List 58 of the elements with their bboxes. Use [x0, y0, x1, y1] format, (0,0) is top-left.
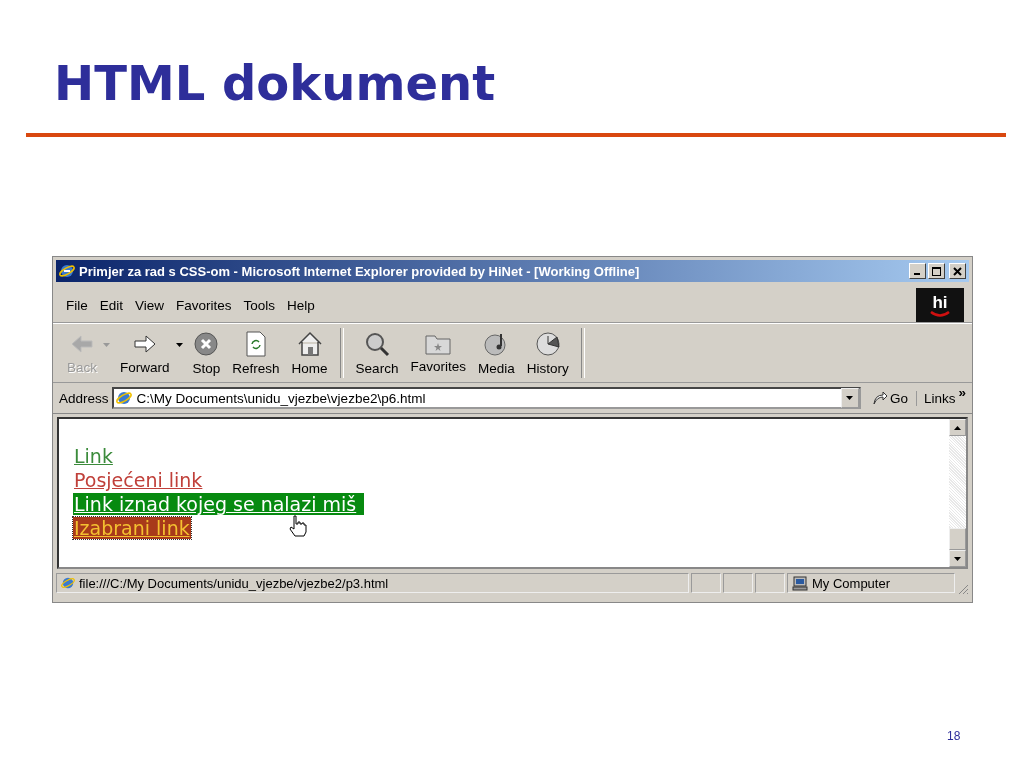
toolbar-button[interactable]: Forward — [114, 329, 176, 377]
slide-title: HTML dokument — [54, 54, 497, 113]
page-icon — [61, 576, 75, 591]
search-icon — [364, 330, 390, 357]
toolbar-button[interactable]: History — [520, 328, 575, 378]
address-box[interactable]: C:\My Documents\unidu_vjezbe\vjezbe2\p6.html — [111, 387, 861, 410]
refresh-icon — [244, 330, 267, 357]
toolbar-button[interactable]: Home — [285, 328, 334, 378]
page-icon — [115, 390, 132, 407]
browser-logo-icon — [59, 263, 75, 280]
zone-label: My Computer — [812, 575, 891, 591]
dropdown-button[interactable] — [840, 388, 859, 409]
dropdown-caret-icon[interactable] — [175, 343, 183, 348]
menu-item[interactable]: View — [130, 295, 170, 315]
link[interactable]: Link — [73, 445, 114, 468]
address-field[interactable]: C:\My Documents\unidu_vjezbe\vjezbe2\p6.html — [136, 390, 836, 406]
status-pane — [755, 573, 785, 594]
resize-grip-icon[interactable] — [957, 583, 969, 596]
hand-cursor-icon — [289, 515, 307, 538]
status-pane — [691, 573, 721, 594]
toolbar-button[interactable]: Media — [471, 328, 521, 378]
folder-star-icon — [425, 332, 452, 355]
link[interactable]: Posjećeni link — [73, 469, 204, 492]
page-number: 18 — [947, 729, 962, 744]
close-icon — [953, 266, 962, 276]
logo-text: hi — [932, 293, 948, 311]
status-pane — [723, 573, 753, 594]
close-button[interactable] — [949, 263, 966, 280]
toolbar-button[interactable]: Refresh — [226, 328, 286, 378]
stop-icon — [193, 330, 220, 357]
links-button[interactable]: Links — [919, 390, 956, 406]
computer-icon — [792, 575, 808, 591]
clock-icon — [534, 330, 561, 357]
maximize-icon — [932, 266, 941, 276]
minimize-button[interactable] — [909, 263, 926, 280]
toolbar-button[interactable]: Stop — [186, 328, 227, 378]
menu-item[interactable]: Help — [282, 295, 320, 315]
up-arrow-icon[interactable] — [954, 425, 961, 430]
menu-item[interactable]: Edit — [94, 295, 129, 315]
vertical-scrollbar[interactable] — [949, 419, 966, 568]
toolbar-button[interactable]: Favorites — [404, 330, 472, 376]
go-button[interactable]: Go — [863, 390, 917, 406]
menu-item[interactable]: Favorites — [171, 295, 237, 315]
menu-item[interactable]: Tools — [238, 295, 281, 315]
home-icon — [296, 330, 323, 357]
smile-curve-icon — [930, 310, 950, 317]
window-title: Primjer za rad s CSS-om - Microsoft Internet Explorer provided by HiNet - [Working Offline] — [79, 263, 640, 279]
scroll-thumb[interactable] — [949, 528, 966, 551]
maximize-button[interactable] — [928, 263, 945, 280]
address-label: Address — [59, 390, 109, 406]
curved-arrow-icon — [871, 391, 888, 406]
down-arrow-icon[interactable] — [954, 556, 961, 561]
menu-item[interactable]: File — [61, 295, 93, 315]
link[interactable]: Izabrani link — [73, 517, 191, 540]
toolbar-button[interactable]: Search — [349, 328, 405, 378]
status-text: file:///C:/My Documents/unidu_vjezbe/vjezbe2/p3.html — [79, 575, 389, 591]
caret-icon — [846, 396, 854, 401]
more-chevron[interactable]: » — [958, 385, 966, 401]
